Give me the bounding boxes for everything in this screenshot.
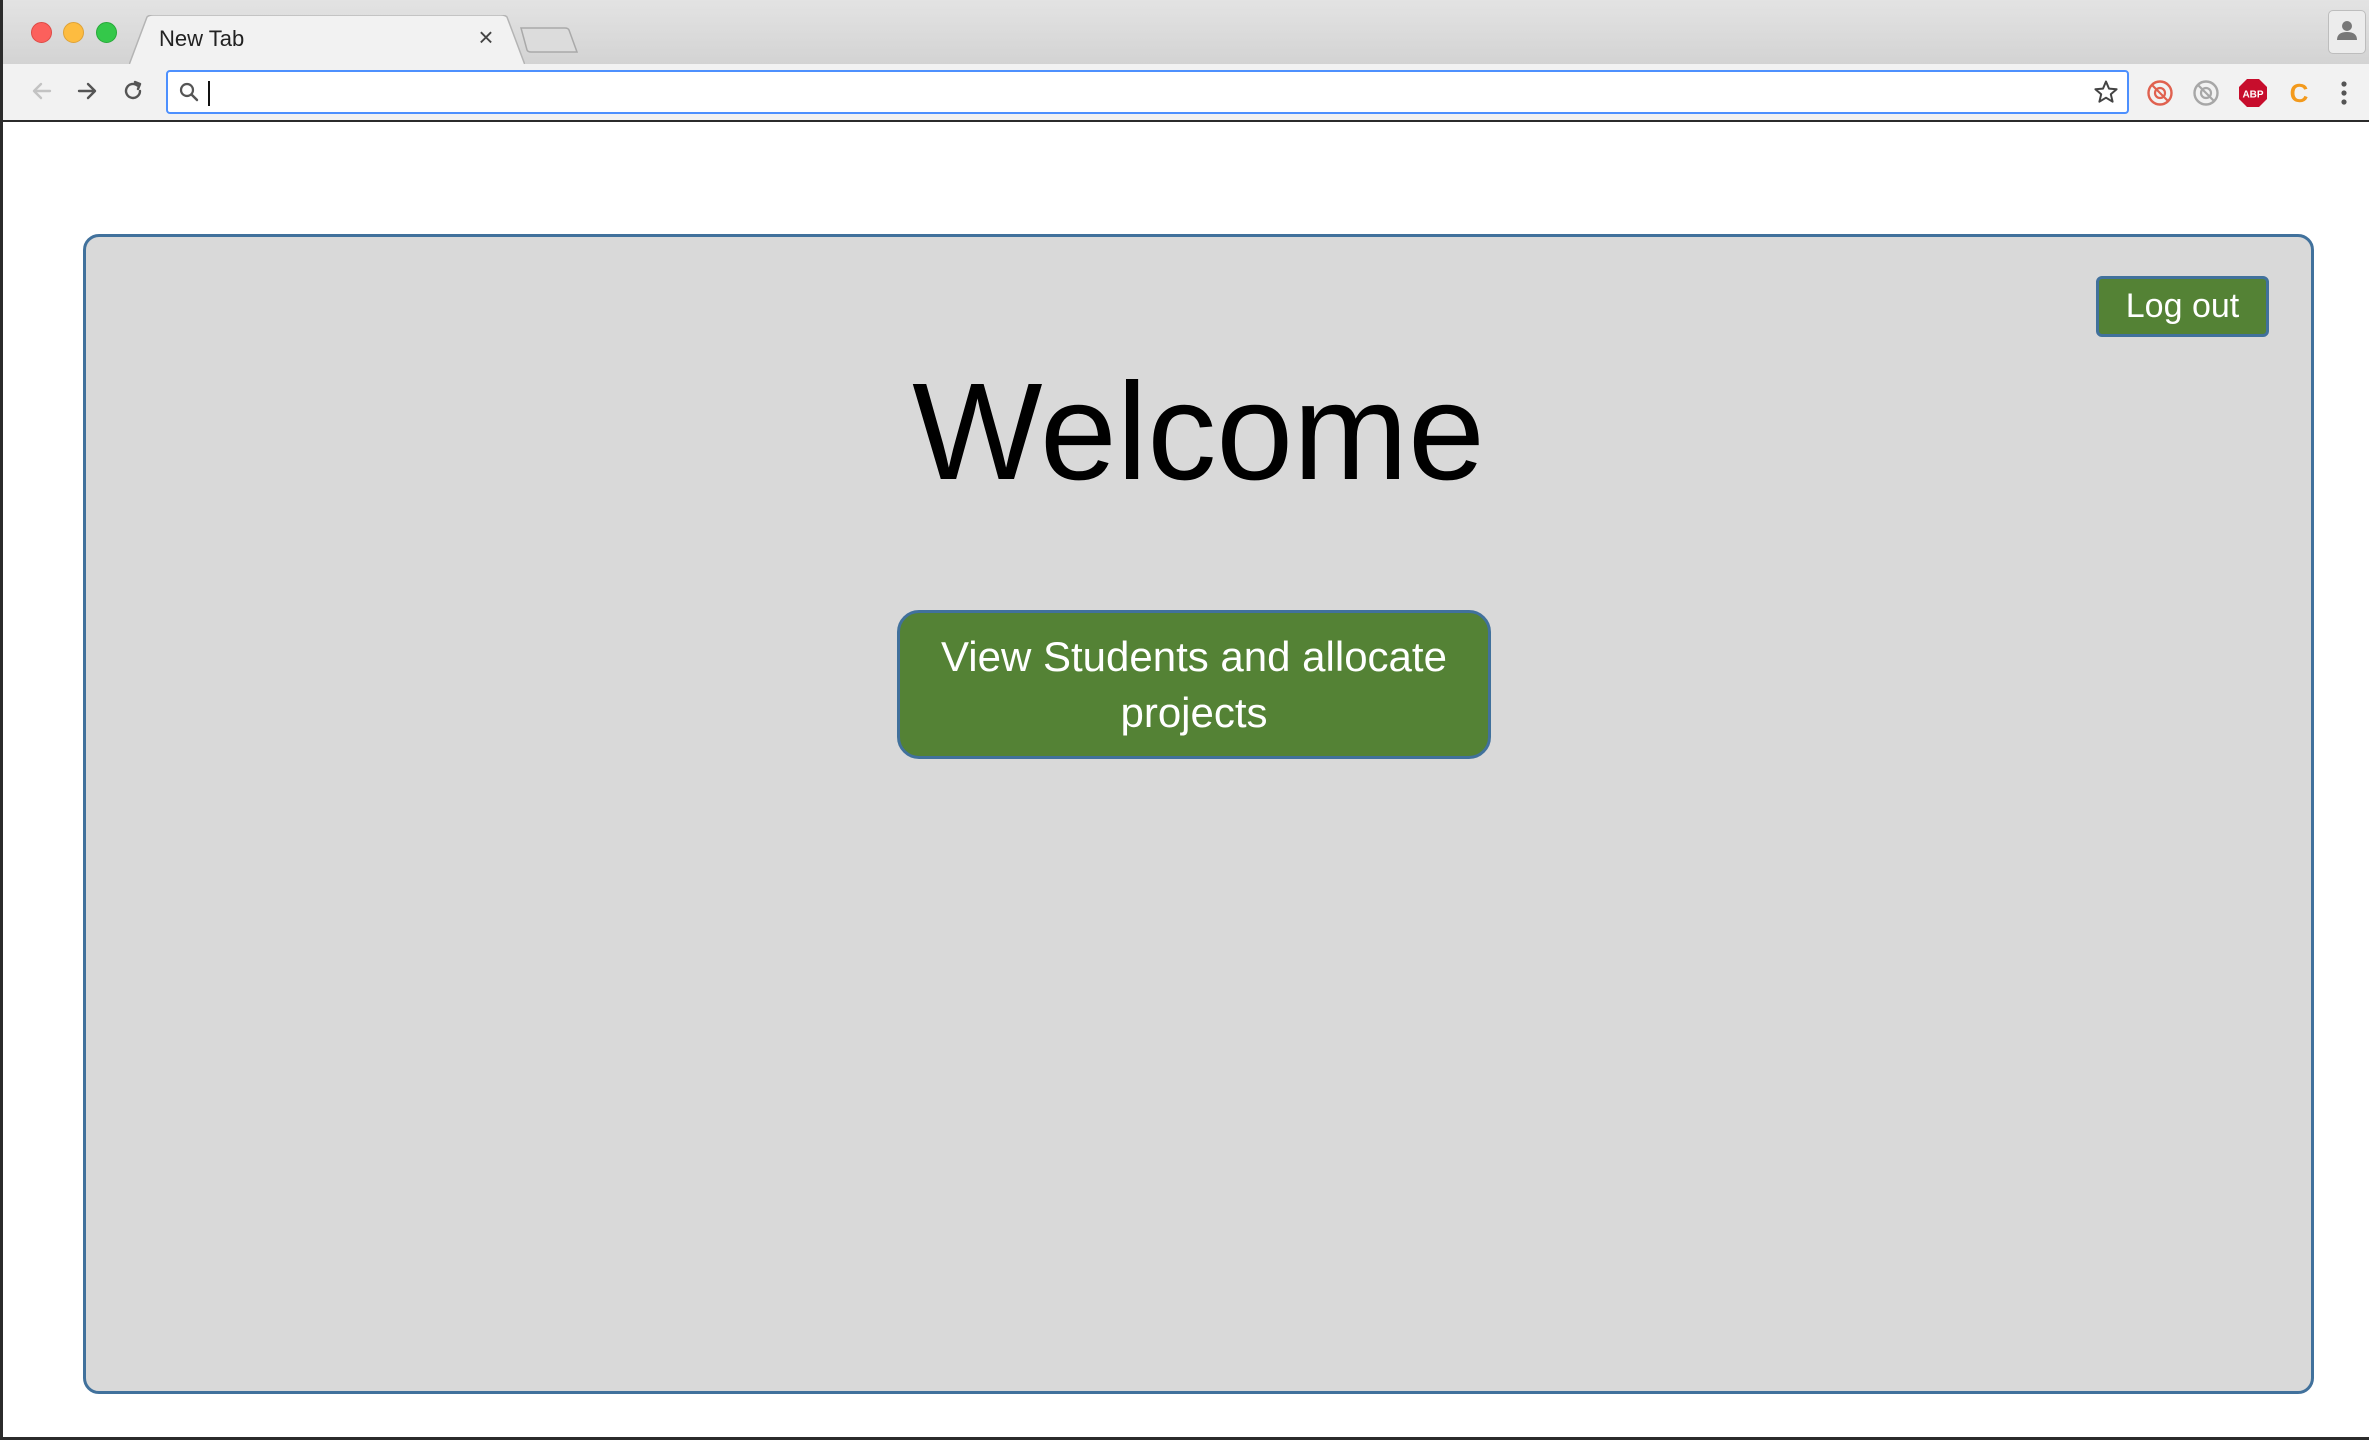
- arrow-right-icon: [75, 79, 99, 108]
- view-students-button[interactable]: View Students and allocate projects: [897, 610, 1491, 759]
- ext-c-label: C: [2290, 79, 2309, 107]
- tab-new-tab[interactable]: New Tab ×: [129, 15, 525, 65]
- forward-button[interactable]: [70, 76, 104, 110]
- reload-button[interactable]: [116, 76, 150, 110]
- tab-title: New Tab: [159, 26, 245, 51]
- close-tab-button[interactable]: ×: [473, 23, 499, 51]
- reload-icon: [121, 79, 145, 108]
- main-panel: Log out Welcome View Students and alloca…: [83, 234, 2314, 1394]
- arrow-left-icon: [30, 79, 54, 108]
- logout-button[interactable]: Log out: [2096, 276, 2269, 337]
- address-bar[interactable]: [166, 70, 2129, 114]
- browser-toolbar: ABP C: [3, 64, 2369, 122]
- adblock-plus-icon[interactable]: ABP: [2237, 77, 2269, 109]
- new-tab-button[interactable]: [519, 26, 579, 54]
- close-window-button[interactable]: [31, 22, 52, 43]
- adblock-label: ABP: [2242, 90, 2263, 101]
- tab-strip: New Tab ×: [3, 0, 2369, 65]
- profile-button[interactable]: [2328, 10, 2366, 54]
- ext-c-icon[interactable]: C: [2283, 77, 2315, 109]
- zoom-window-button[interactable]: [96, 22, 117, 43]
- minimize-window-button[interactable]: [63, 22, 84, 43]
- back-button[interactable]: [25, 76, 59, 110]
- text-caret: [208, 81, 210, 106]
- ext-red-circle-icon[interactable]: [2144, 77, 2176, 109]
- star-icon[interactable]: [2093, 79, 2119, 110]
- person-icon: [2336, 19, 2358, 46]
- address-input[interactable]: [206, 76, 2066, 108]
- more-vertical-icon[interactable]: [2328, 77, 2360, 109]
- ext-gray-circle-icon[interactable]: [2190, 77, 2222, 109]
- browser-window: New Tab × ABP C Log out Welcome View Stu…: [0, 0, 2369, 1440]
- page-title: Welcome: [912, 355, 1485, 509]
- search-icon: [178, 81, 200, 108]
